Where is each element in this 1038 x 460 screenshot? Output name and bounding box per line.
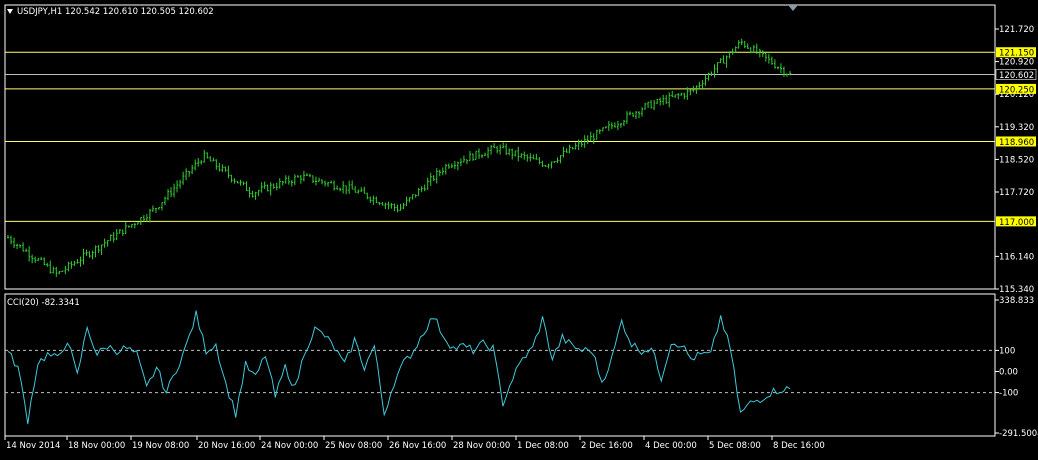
time-axis-label: 2 Dec 16:00 — [581, 441, 633, 451]
time-axis-label: 14 Nov 2014 — [6, 441, 60, 451]
time-axis-label: 8 Dec 16:00 — [773, 441, 825, 451]
time-axis-label: 25 Nov 08:00 — [325, 441, 382, 451]
time-axis-label: 20 Nov 16:00 — [198, 441, 255, 451]
level-label: 118.960 — [999, 138, 1034, 148]
level-label: 120.602 — [999, 71, 1034, 81]
symbol-header: USDJPY,H1 120.542 120.610 120.505 120.60… — [7, 7, 214, 17]
chart-canvas[interactable]: 121.720120.920120.120119.320118.520117.7… — [0, 0, 1038, 456]
cci-axis-tick-label: 338.833 — [999, 296, 1034, 306]
cci-axis-tick-label: -100 — [999, 389, 1018, 399]
time-axis-label: 24 Nov 00:00 — [261, 441, 318, 451]
time-axis-label: 18 Nov 00:00 — [68, 441, 125, 451]
cci-axis-tick-label: 0.00 — [999, 367, 1018, 377]
time-axis-label: 28 Nov 00:00 — [453, 441, 510, 451]
price-axis-tick-label: 117.720 — [999, 188, 1034, 198]
dropdown-triangle-icon[interactable] — [7, 9, 13, 14]
time-axis-label: 1 Dec 08:00 — [517, 441, 569, 451]
time-axis-label: 4 Dec 00:00 — [645, 441, 697, 451]
price-axis-tick-label: 118.520 — [999, 155, 1034, 165]
level-label: 120.250 — [999, 85, 1034, 95]
time-axis-label: 5 Dec 08:00 — [709, 441, 761, 451]
time-axis-label: 26 Nov 16:00 — [389, 441, 446, 451]
symbol-ohlc-text: USDJPY,H1 120.542 120.610 120.505 120.60… — [17, 7, 214, 17]
chart-window: 121.720 120.920 120.120 119.320 118.520 117.7… — [0, 0, 1038, 456]
price-axis-tick-label: 119.320 — [999, 123, 1034, 133]
indicator-header: CCI(20) -82.3341 — [7, 298, 80, 308]
price-axis-tick-label: 120.920 — [999, 58, 1034, 68]
level-label: 117.000 — [999, 218, 1034, 228]
level-label: 121.150 — [999, 49, 1034, 59]
price-axis-tick-label: 116.140 — [999, 252, 1034, 262]
indicator-pane-border — [4, 293, 996, 437]
cci-line — [7, 310, 791, 425]
indicator-value-text: CCI(20) -82.3341 — [7, 298, 80, 308]
cci-axis-tick-label: 100 — [999, 346, 1015, 356]
time-axis-label: 19 Nov 08:00 — [132, 441, 189, 451]
price-axis-tick-label: 115.340 — [999, 285, 1034, 295]
price-axis-tick-label: 121.720 — [999, 25, 1034, 35]
chart-shift-marker-icon[interactable] — [788, 5, 798, 11]
cci-axis-tick-label: -291.5004 — [999, 429, 1038, 439]
